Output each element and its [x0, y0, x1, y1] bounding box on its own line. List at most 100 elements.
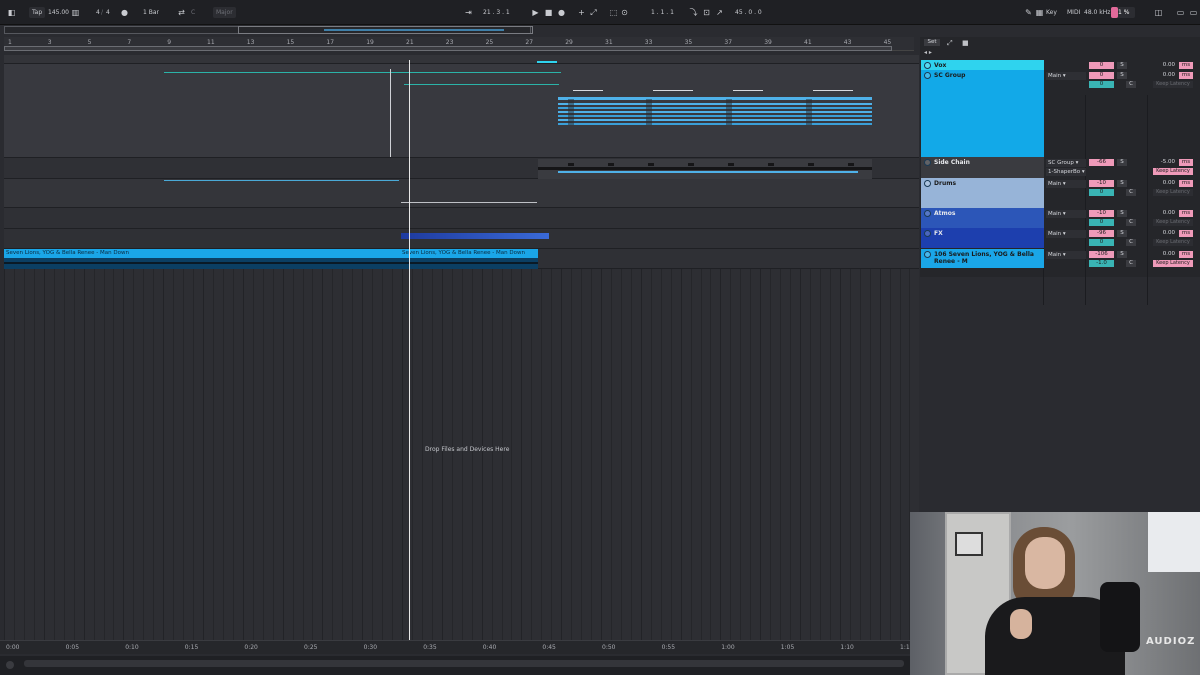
scale-name-select[interactable]: Major: [213, 7, 236, 18]
track-header[interactable]: Vox: [921, 60, 1044, 70]
automation-arm-icon[interactable]: ⤢: [588, 7, 599, 18]
track-output-select[interactable]: Main ▾: [1046, 210, 1086, 218]
track-volume[interactable]: -66: [1089, 159, 1114, 166]
track-delay[interactable]: 0.00: [1153, 180, 1175, 187]
loop-switch-icon[interactable]: ⤵: [688, 7, 699, 18]
lane-drums[interactable]: [4, 179, 919, 208]
expand-icon[interactable]: ⤢: [947, 39, 953, 48]
lock-icon[interactable]: ■: [962, 39, 969, 47]
tempo-field[interactable]: 145.00: [48, 7, 69, 18]
side-chain-clip[interactable]: [538, 159, 872, 179]
lane-fx[interactable]: [4, 229, 919, 249]
capture-icon[interactable]: ⬚: [608, 7, 619, 18]
loop-start-field[interactable]: 1 . 1 . 1: [651, 7, 674, 18]
track-fold-icon[interactable]: [924, 72, 931, 79]
track-pan[interactable]: -1.0: [1089, 260, 1114, 267]
metronome-nudge-icon[interactable]: ▥: [70, 7, 81, 18]
track-output-select[interactable]: Main ▾: [1046, 230, 1086, 238]
punch-icon[interactable]: ⊡: [701, 7, 712, 18]
track-header[interactable]: Drums: [921, 178, 1044, 208]
session-record-icon[interactable]: ⊙: [619, 7, 630, 18]
track-header[interactable]: Atmos: [921, 208, 1044, 228]
track-delay[interactable]: 0.00: [1153, 72, 1175, 79]
sc-group-clip-content[interactable]: [558, 85, 872, 135]
track-pan[interactable]: 0: [1089, 81, 1114, 88]
track-delay[interactable]: -5.00: [1153, 159, 1175, 166]
sidebar-toggle-icon[interactable]: ◧: [6, 7, 17, 18]
loop-brace[interactable]: [4, 46, 892, 51]
solo-button[interactable]: S: [1117, 210, 1127, 217]
track-pan[interactable]: 0: [1089, 189, 1114, 196]
keep-latency-toggle[interactable]: Keep Latency: [1153, 189, 1193, 196]
solo-button[interactable]: S: [1117, 72, 1127, 79]
keep-latency-toggle[interactable]: Keep Latency: [1153, 239, 1193, 246]
overview-visible-range[interactable]: [238, 26, 533, 34]
solo-button[interactable]: S: [1117, 180, 1127, 187]
record-button[interactable]: ●: [556, 7, 567, 18]
track-volume[interactable]: -96: [1089, 230, 1114, 237]
key-map-label[interactable]: Key: [1046, 7, 1057, 18]
solo-button[interactable]: S: [1117, 251, 1127, 258]
keep-latency-toggle[interactable]: Keep Latency: [1153, 81, 1193, 88]
set-button[interactable]: Set: [924, 39, 940, 46]
follow-icon[interactable]: ⇥: [463, 7, 474, 18]
stop-button[interactable]: ■: [543, 7, 554, 18]
pan-center-button[interactable]: C: [1126, 239, 1136, 246]
scale-root[interactable]: C: [191, 7, 195, 18]
track-pan[interactable]: 0: [1089, 239, 1114, 246]
track-header[interactable]: Side Chain: [921, 157, 1044, 178]
audio-clip-2[interactable]: Seven Lions, YOG & Bella Renee - Man Dow…: [400, 249, 538, 269]
track-fold-icon[interactable]: [924, 230, 931, 237]
time-signature-numerator[interactable]: 4: [96, 7, 100, 18]
arrangement-view[interactable]: Seven Lions, YOG & Bella Renee - Man Dow…: [4, 55, 919, 640]
pan-center-button[interactable]: C: [1126, 260, 1136, 267]
track-fold-icon[interactable]: [924, 210, 931, 217]
track-pan[interactable]: 0: [1089, 219, 1114, 226]
fx-clip[interactable]: [401, 233, 549, 239]
track-delay[interactable]: 0.00: [1153, 210, 1175, 217]
pan-center-button[interactable]: C: [1126, 189, 1136, 196]
keep-latency-toggle[interactable]: Keep Latency: [1153, 168, 1193, 175]
track-volume[interactable]: 0: [1089, 62, 1114, 69]
track-output-select[interactable]: SC Group ▾: [1046, 159, 1086, 167]
track-delay-unit[interactable]: ms: [1179, 251, 1193, 258]
keep-latency-toggle[interactable]: Keep Latency: [1153, 260, 1193, 267]
track-delay[interactable]: 0.00: [1153, 230, 1175, 237]
track-volume[interactable]: -106: [1089, 251, 1114, 258]
lane-vox[interactable]: [4, 55, 919, 64]
lane-atmos[interactable]: [4, 208, 919, 229]
pencil-icon[interactable]: ✎: [1023, 7, 1034, 18]
quantize-select[interactable]: 1 Bar: [143, 7, 159, 18]
song-position[interactable]: 21 . 3 . 1: [483, 7, 510, 18]
horizontal-scrollbar[interactable]: [24, 660, 904, 667]
time-signature-denominator[interactable]: 4: [106, 7, 110, 18]
track-header[interactable]: 106 Seven Lions, YOG & Bella Renee - M: [921, 249, 1044, 268]
track-delay-unit[interactable]: ms: [1179, 180, 1193, 187]
track-output-select[interactable]: Main ▾: [1046, 72, 1086, 80]
audio-clip-1[interactable]: Seven Lions, YOG & Bella Renee - Man Dow…: [4, 249, 400, 269]
zoom-icon[interactable]: [6, 661, 14, 669]
midi-map-label[interactable]: MIDI: [1067, 7, 1080, 18]
tap-button[interactable]: Tap: [29, 7, 46, 18]
track-output-channel-select[interactable]: 1-ShaperBo ▾: [1046, 168, 1086, 176]
pan-center-button[interactable]: C: [1126, 81, 1136, 88]
track-delay[interactable]: 0.00: [1153, 251, 1175, 258]
track-output-select[interactable]: Main ▾: [1046, 251, 1086, 259]
track-header[interactable]: FX: [921, 228, 1044, 248]
solo-button[interactable]: S: [1117, 159, 1127, 166]
play-button[interactable]: ▶: [530, 7, 541, 18]
track-fold-icon[interactable]: [924, 62, 931, 69]
loop-length-field[interactable]: 45 . 0 . 0: [735, 7, 762, 18]
track-delay-unit[interactable]: ms: [1179, 230, 1193, 237]
metronome-icon[interactable]: ●: [119, 7, 130, 18]
track-delay-unit[interactable]: ms: [1179, 159, 1193, 166]
playhead[interactable]: [409, 60, 410, 640]
time-ruler[interactable]: 0:00 0:05 0:10 0:15 0:20 0:25 0:30 0:35 0:40 0:45…: [0, 640, 920, 654]
track-delay-unit[interactable]: ms: [1179, 210, 1193, 217]
track-delay[interactable]: 0.00: [1153, 62, 1175, 69]
track-delay-unit[interactable]: ms: [1179, 72, 1193, 79]
key-map-icon[interactable]: ▦: [1034, 7, 1045, 18]
keep-latency-toggle[interactable]: Keep Latency: [1153, 219, 1193, 226]
arrow-icons[interactable]: ◂ ▸: [924, 49, 932, 56]
track-header[interactable]: SC Group: [921, 70, 1044, 157]
